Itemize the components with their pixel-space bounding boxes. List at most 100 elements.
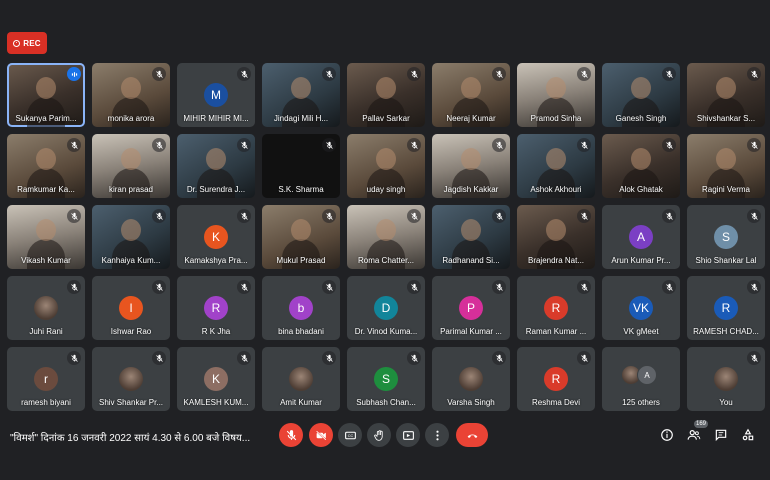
participant-tile[interactable]: Kanhaiya Kum...	[92, 205, 170, 269]
mic-off-icon	[152, 280, 166, 294]
mic-off-icon	[662, 209, 676, 223]
participant-tile[interactable]: Ragini Verma	[687, 134, 765, 198]
participants-count-badge: 169	[693, 420, 708, 428]
participant-tile[interactable]: R Raman Kumar ...	[517, 276, 595, 340]
activities-icon	[742, 428, 754, 441]
avatar: S	[374, 367, 398, 391]
participant-tile[interactable]: R Reshma Devi	[517, 347, 595, 411]
participant-tile[interactable]: Radhanand Si...	[432, 205, 510, 269]
camera-off-button[interactable]	[309, 423, 333, 447]
participant-tile[interactable]: Brajendra Nat...	[517, 205, 595, 269]
participant-tile[interactable]: Ganesh Singh	[602, 63, 680, 127]
participant-tile[interactable]: Shiv Shankar Pr...	[92, 347, 170, 411]
captions-button[interactable]: CC	[338, 423, 362, 447]
participant-name: Sukanya Parim...	[15, 114, 77, 123]
avatar	[119, 367, 143, 391]
participant-tile[interactable]: S.K. Sharma	[262, 134, 340, 198]
svg-text:CC: CC	[347, 434, 353, 438]
avatar: r	[34, 367, 58, 391]
participant-tile[interactable]: P Parimal Kumar ...	[432, 276, 510, 340]
activities-button[interactable]	[739, 426, 757, 444]
mic-off-icon	[492, 280, 506, 294]
participant-tile[interactable]: Ashok Akhouri	[517, 134, 595, 198]
participant-tile[interactable]: Shivshankar S...	[687, 63, 765, 127]
more-options-button[interactable]	[425, 423, 449, 447]
participant-tile[interactable]: You	[687, 347, 765, 411]
participant-tile[interactable]: Pramod Sinha	[517, 63, 595, 127]
participant-name: 125 others	[622, 398, 660, 407]
info-icon	[661, 429, 673, 441]
others-avatars: A	[621, 365, 657, 385]
mic-off-icon	[747, 138, 761, 152]
mic-off-icon	[577, 67, 591, 81]
participant-tile[interactable]: Roma Chatter...	[347, 205, 425, 269]
chat-button[interactable]	[712, 426, 730, 444]
mic-off-button[interactable]	[279, 423, 303, 447]
mic-off-icon	[492, 209, 506, 223]
mic-off-icon	[492, 138, 506, 152]
mic-off-icon	[322, 67, 336, 81]
participant-tile[interactable]: uday singh	[347, 134, 425, 198]
participant-tile[interactable]: R R K Jha	[177, 276, 255, 340]
avatar: R	[714, 296, 738, 320]
participant-name: Ragini Verma	[701, 185, 751, 194]
participant-name: Ganesh Singh	[615, 114, 667, 123]
participant-name: monika arora	[107, 114, 155, 123]
participant-tile[interactable]: VK VK gMeet	[602, 276, 680, 340]
participant-tile[interactable]: Neeraj Kumar	[432, 63, 510, 127]
people-button[interactable]: 169	[685, 420, 708, 444]
participant-tile[interactable]: Pallav Sarkar	[347, 63, 425, 127]
leave-call-button[interactable]	[456, 423, 488, 447]
participant-tile[interactable]: Varsha Singh	[432, 347, 510, 411]
raise-hand-button[interactable]	[367, 423, 391, 447]
mic-off-icon	[747, 351, 761, 365]
mic-off-icon	[152, 67, 166, 81]
participant-tile[interactable]: D Dr. Vinod Kuma...	[347, 276, 425, 340]
participant-name: MIHIR MIHIR MI...	[183, 114, 249, 123]
participant-tile[interactable]: Juhi Rani	[7, 276, 85, 340]
participant-tile[interactable]: b bina bhadani	[262, 276, 340, 340]
participant-tile[interactable]: Jindagi Mili H...	[262, 63, 340, 127]
avatar: R	[204, 296, 228, 320]
present-button[interactable]	[396, 423, 420, 447]
participant-tile[interactable]: Alok Ghatak	[602, 134, 680, 198]
participant-name: Ashok Akhouri	[530, 185, 582, 194]
hang-up-icon	[467, 434, 477, 438]
participant-tile[interactable]: S Shio Shankar Lal	[687, 205, 765, 269]
avatar	[459, 367, 483, 391]
participant-tile[interactable]: r ramesh biyani	[7, 347, 85, 411]
participant-tile[interactable]: K KAMLESH KUM...	[177, 347, 255, 411]
meeting-title: "विमर्श" दिनांक 16 जनवरी 2022 सायं 4.30 …	[10, 433, 251, 444]
avatar: R	[544, 296, 568, 320]
participant-name: Radhanand Si...	[442, 256, 500, 265]
participant-name: Reshma Devi	[531, 398, 580, 407]
captions-icon: CC	[344, 431, 356, 439]
participant-tile[interactable]: K Kamakshya Pra...	[177, 205, 255, 269]
participant-tile[interactable]: A 125 others	[602, 347, 680, 411]
mic-off-icon	[662, 138, 676, 152]
mic-off-icon	[322, 209, 336, 223]
participant-tile[interactable]: I Ishwar Rao	[92, 276, 170, 340]
participant-tile[interactable]: S Subhash Chan...	[347, 347, 425, 411]
participant-tile[interactable]: Ramkumar Ka...	[7, 134, 85, 198]
participant-tile[interactable]: Jagdish Kakkar	[432, 134, 510, 198]
mic-off-icon	[577, 280, 591, 294]
mic-off-icon	[322, 138, 336, 152]
participant-tile[interactable]: Amit Kumar	[262, 347, 340, 411]
participant-tile[interactable]: monika arora	[92, 63, 170, 127]
participant-tile[interactable]: kiran prasad	[92, 134, 170, 198]
audio-active-icon	[67, 67, 81, 81]
participant-tile[interactable]: R RAMESH CHAD...	[687, 276, 765, 340]
mic-off-icon	[662, 67, 676, 81]
participant-tile[interactable]: A Arun Kumar Pr...	[602, 205, 680, 269]
participant-name: RAMESH CHAD...	[693, 327, 759, 336]
participant-name: Shivshankar S...	[696, 114, 756, 123]
meeting-details-button[interactable]	[658, 426, 676, 444]
avatar: D	[374, 296, 398, 320]
participant-tile[interactable]: Dr. Surendra J...	[177, 134, 255, 198]
participant-tile[interactable]: Sukanya Parim...	[7, 63, 85, 127]
participant-tile[interactable]: M MIHIR MIHIR MI...	[177, 63, 255, 127]
participant-tile[interactable]: Vikash Kumar	[7, 205, 85, 269]
participant-tile[interactable]: Mukul Prasad	[262, 205, 340, 269]
mic-off-icon	[747, 209, 761, 223]
